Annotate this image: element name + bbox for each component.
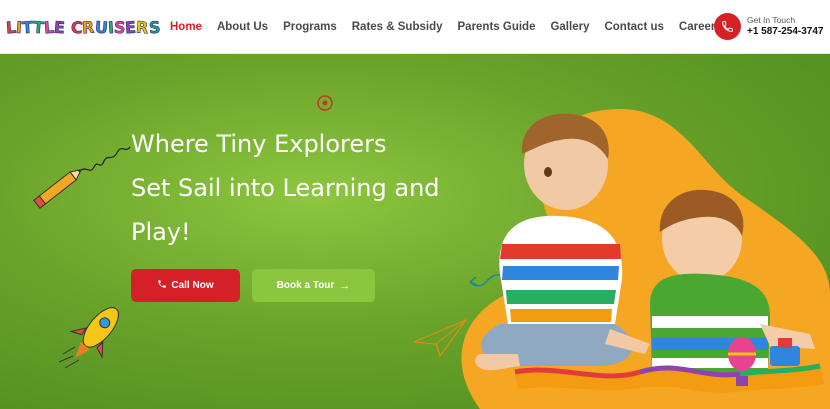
site-header: LITTLE CRUISERS Home About Us Programs R…: [0, 0, 830, 54]
nav-rates-subsidy[interactable]: Rates & Subsidy: [352, 21, 443, 33]
nav-gallery[interactable]: Gallery: [550, 21, 589, 33]
contact-label: Get In Touch: [747, 15, 796, 25]
logo-letter: R: [135, 17, 150, 37]
phone-icon[interactable]: [714, 12, 741, 40]
logo-letter: R: [81, 17, 96, 37]
hero-section: Where Tiny Explorers Set Sail into Learn…: [0, 54, 830, 409]
nav-contact-us[interactable]: Contact us: [604, 21, 663, 33]
logo-letter: S: [147, 17, 161, 37]
nav-home[interactable]: Home: [170, 21, 202, 33]
logo-letter: U: [94, 17, 109, 37]
nav-about-us[interactable]: About Us: [217, 21, 268, 33]
nav-programs[interactable]: Programs: [283, 21, 337, 33]
contact-block[interactable]: Get In Touch +1 587-254-3747: [714, 10, 823, 42]
main-nav: Home About Us Programs Rates & Subsidy P…: [170, 0, 737, 54]
nav-parents-guide[interactable]: Parents Guide: [458, 21, 536, 33]
contact-phone[interactable]: +1 587-254-3747: [747, 26, 823, 38]
hero-kids-image: [475, 113, 824, 393]
site-logo[interactable]: LITTLE CRUISERS: [5, 13, 161, 41]
